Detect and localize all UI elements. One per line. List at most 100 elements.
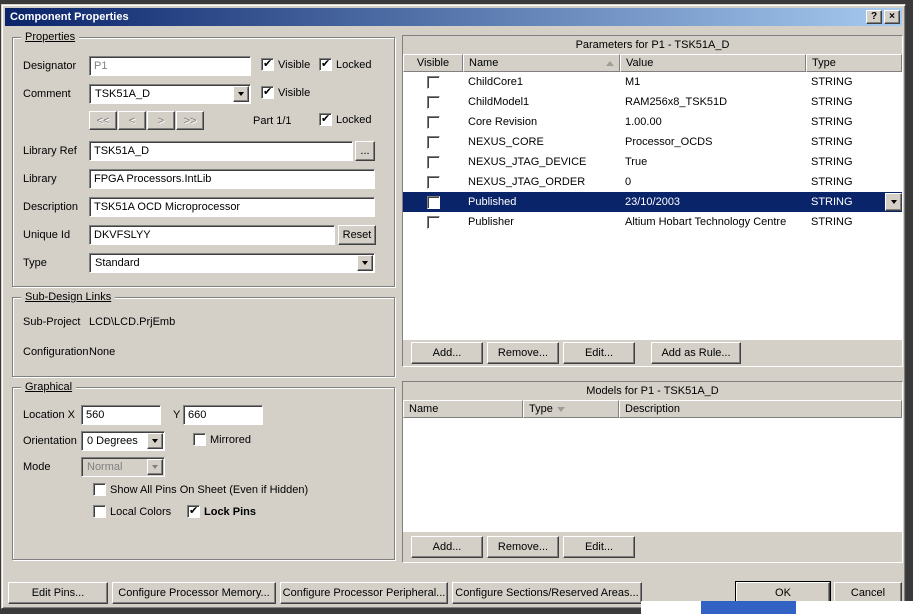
comment-label: Comment	[23, 88, 71, 100]
comment-dropdown-icon[interactable]	[233, 86, 249, 102]
sub-project-value: LCD\LCD.PrjEmb	[89, 316, 176, 328]
parameter-row[interactable]: NEXUS_CORE Processor_OCDS STRING	[403, 132, 902, 152]
part-next-button[interactable]: >	[147, 111, 175, 130]
models-remove-button[interactable]: Remove...	[487, 536, 559, 558]
title-bar[interactable]: Component Properties ? ×	[5, 8, 902, 26]
library-ref-browse-button[interactable]: ...	[355, 141, 375, 161]
part-last-button[interactable]: >>	[176, 111, 204, 130]
designator-visible-checkbox[interactable]	[261, 57, 274, 71]
param-visible-checkbox[interactable]	[426, 75, 440, 89]
lock-pins-checkbox[interactable]	[187, 504, 200, 518]
orientation-combo[interactable]: 0 Degrees	[81, 431, 165, 451]
part-prev-button[interactable]: <	[118, 111, 146, 130]
param-visible-checkbox[interactable]	[426, 215, 440, 229]
sort-descending-icon	[556, 406, 565, 412]
parameters-add-button[interactable]: Add...	[411, 342, 483, 364]
column-header-model-name[interactable]: Name	[403, 400, 523, 418]
designator-label: Designator	[23, 60, 77, 72]
window-title: Component Properties	[10, 11, 129, 23]
mirrored-checkbox[interactable]	[193, 433, 206, 446]
type-combo[interactable]: Standard	[89, 253, 375, 273]
library-label: Library	[23, 173, 57, 185]
param-name: Publisher	[468, 216, 514, 228]
param-value: 23/10/2003	[625, 196, 681, 208]
lock-pins-label: Lock Pins	[204, 506, 256, 518]
part-locked-checkbox[interactable]	[319, 112, 332, 126]
param-visible-checkbox[interactable]	[426, 115, 440, 129]
type-dropdown-icon[interactable]	[357, 255, 373, 271]
param-visible-cell	[403, 132, 463, 152]
column-header-name[interactable]: Name	[463, 54, 620, 72]
help-button[interactable]: ?	[866, 10, 882, 24]
location-y-input[interactable]	[183, 405, 263, 425]
type-label: Type	[23, 257, 47, 269]
param-value: 1.00.00	[625, 116, 662, 128]
param-visible-checkbox[interactable]	[426, 195, 440, 209]
show-all-pins-checkbox[interactable]	[93, 483, 106, 496]
param-visible-cell	[403, 212, 463, 232]
param-visible-checkbox[interactable]	[426, 175, 440, 189]
parameters-table-body[interactable]: ChildCore1 M1 STRING ChildModel1 RAM256x8_TS…	[403, 72, 902, 340]
location-x-input[interactable]	[81, 405, 161, 425]
parameters-remove-button[interactable]: Remove...	[487, 342, 559, 364]
param-type: STRING	[811, 156, 853, 168]
column-header-model-type[interactable]: Type	[523, 400, 619, 418]
models-edit-button[interactable]: Edit...	[563, 536, 635, 558]
parameter-row[interactable]: Publisher Altium Hobart Technology Centre…	[403, 212, 902, 232]
description-label: Description	[23, 201, 79, 213]
part-locked-label: Locked	[336, 114, 372, 126]
comment-visible-checkbox[interactable]	[261, 85, 274, 99]
configuration-value: None	[89, 346, 116, 358]
parameters-add-as-rule-button[interactable]: Add as Rule...	[651, 342, 741, 364]
graphical-group-label: Graphical	[21, 381, 77, 393]
edit-pins-button[interactable]: Edit Pins...	[8, 582, 108, 604]
param-visible-cell	[403, 112, 463, 132]
close-button[interactable]: ×	[884, 10, 900, 24]
param-visible-checkbox[interactable]	[426, 95, 440, 109]
designator-visible-label: Visible	[278, 59, 311, 71]
param-visible-cell	[403, 192, 463, 212]
param-visible-checkbox[interactable]	[426, 135, 440, 149]
description-input[interactable]	[89, 197, 375, 217]
models-table-header: Name Type Description	[403, 400, 902, 418]
models-table-body[interactable]	[403, 418, 902, 532]
parameter-row[interactable]: Published 23/10/2003 STRING	[403, 192, 902, 212]
orientation-dropdown-icon[interactable]	[147, 433, 163, 449]
mirrored-label: Mirrored	[210, 434, 251, 446]
column-header-value[interactable]: Value	[620, 54, 806, 72]
param-value: RAM256x8_TSK51D	[625, 96, 728, 108]
comment-combo[interactable]: TSK51A_D	[89, 84, 251, 104]
sub-design-links-group: Sub-Design Links Sub-Project LCD\LCD.Prj…	[12, 291, 395, 377]
configure-sections-reserved-areas-button[interactable]: Configure Sections/Reserved Areas...	[452, 582, 642, 604]
properties-group: Properties Designator Visible Locked Com…	[12, 31, 395, 287]
designator-locked-checkbox[interactable]	[319, 57, 332, 71]
part-first-button[interactable]: <<	[89, 111, 117, 130]
parameter-row[interactable]: NEXUS_JTAG_DEVICE True STRING	[403, 152, 902, 172]
library-ref-input[interactable]	[89, 141, 353, 161]
column-header-visible[interactable]: Visible	[403, 54, 463, 72]
param-type: STRING	[811, 96, 853, 108]
parameter-row[interactable]: ChildModel1 RAM256x8_TSK51D STRING	[403, 92, 902, 112]
library-input[interactable]	[89, 169, 375, 189]
param-visible-cell	[403, 152, 463, 172]
configure-processor-peripheral-button[interactable]: Configure Processor Peripheral...	[280, 582, 448, 604]
local-colors-checkbox[interactable]	[93, 505, 106, 518]
parameter-row[interactable]: ChildCore1 M1 STRING	[403, 72, 902, 92]
unique-id-input[interactable]	[89, 225, 335, 245]
param-value: 0	[625, 176, 632, 188]
configure-processor-memory-button[interactable]: Configure Processor Memory...	[112, 582, 276, 604]
column-header-type[interactable]: Type	[806, 54, 902, 72]
unique-id-reset-button[interactable]: Reset	[338, 225, 376, 245]
parameter-row[interactable]: Core Revision 1.00.00 STRING	[403, 112, 902, 132]
parameter-row[interactable]: NEXUS_JTAG_ORDER 0 STRING	[403, 172, 902, 192]
column-header-model-description[interactable]: Description	[619, 400, 902, 418]
background-window-fragment	[641, 601, 913, 614]
param-visible-cell	[403, 92, 463, 112]
parameters-edit-button[interactable]: Edit...	[563, 342, 635, 364]
part-indicator: Part 1/1	[253, 115, 292, 127]
param-visible-checkbox[interactable]	[426, 155, 440, 169]
designator-input[interactable]	[89, 56, 251, 76]
models-add-button[interactable]: Add...	[411, 536, 483, 558]
comment-visible-label: Visible	[278, 87, 311, 99]
param-type-dropdown-button[interactable]	[885, 193, 902, 211]
